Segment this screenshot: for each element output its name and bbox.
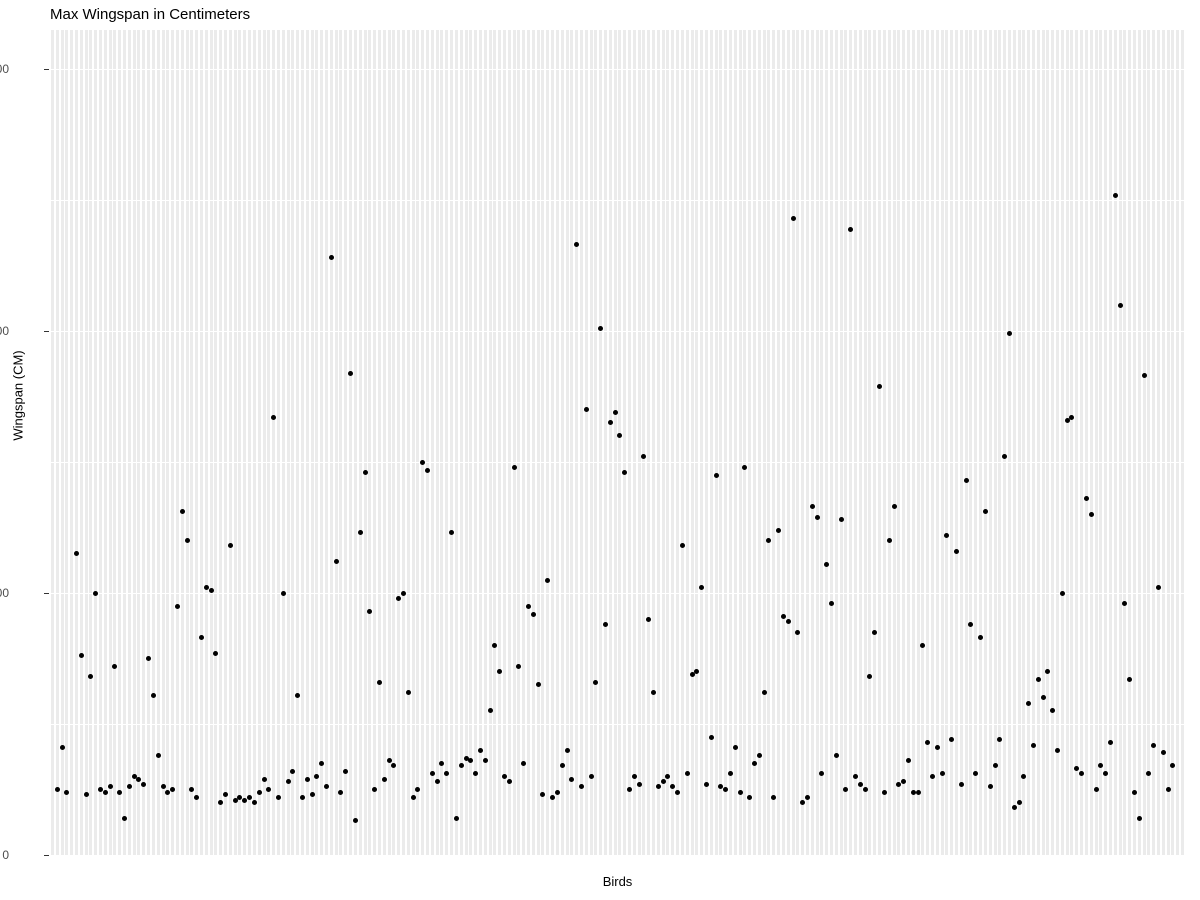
y-axis-tick-mark xyxy=(44,593,49,595)
scatter-plot-figure: Max Wingspan in Centimeters 0100200300 W… xyxy=(0,0,1200,900)
y-axis: 0 100 200 300 xyxy=(0,0,1200,900)
y-axis-title: Wingspan (CM) xyxy=(10,350,26,441)
x-axis-title: Birds xyxy=(602,874,633,889)
y-axis-tick-mark xyxy=(44,855,49,856)
y-axis-tick-mark xyxy=(44,331,49,333)
y-axis-tick-label: 100 xyxy=(0,586,9,601)
y-axis-tick-label: 0 xyxy=(2,848,9,862)
y-axis-tick-label: 200 xyxy=(0,324,9,339)
y-axis-tick-label: 300 xyxy=(0,62,9,77)
y-axis-tick-mark xyxy=(44,69,49,71)
